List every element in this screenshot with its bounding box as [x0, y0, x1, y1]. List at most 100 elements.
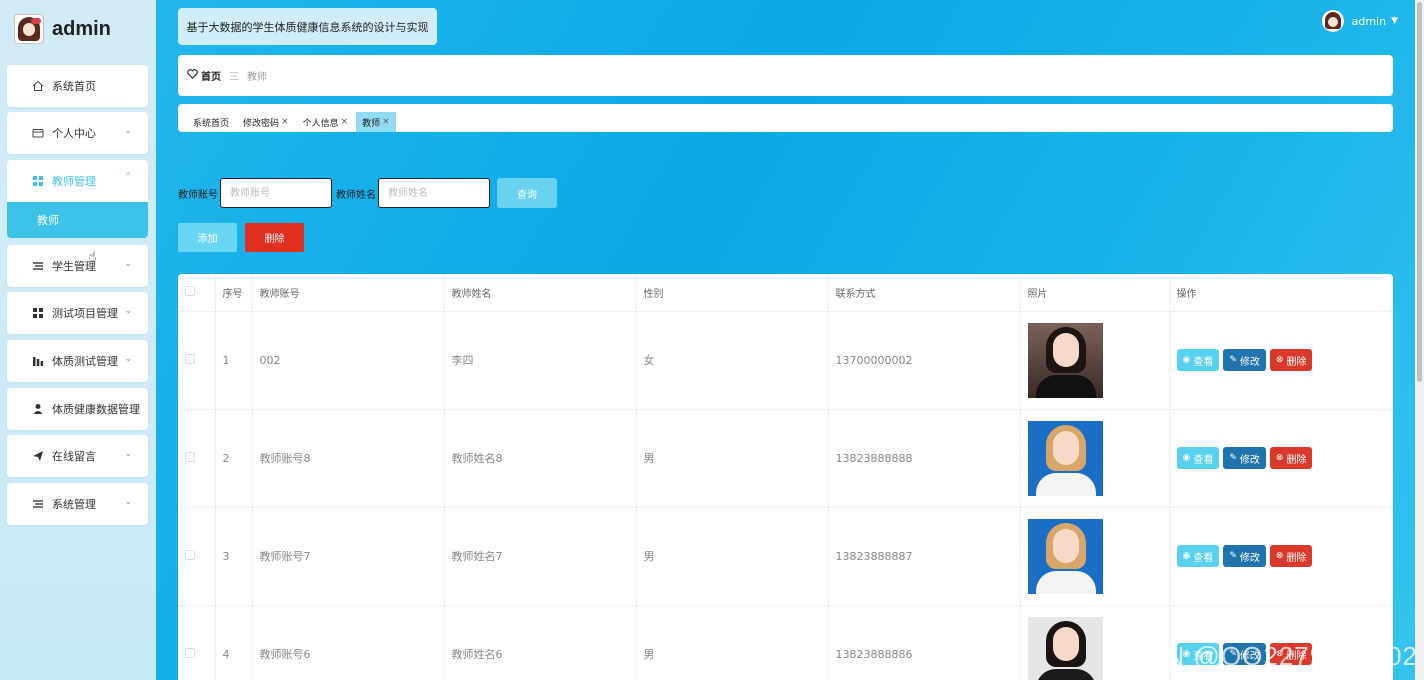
- close-icon[interactable]: ×: [341, 117, 349, 127]
- sidebar-item-personal[interactable]: 个人中心 ⌄: [7, 112, 148, 154]
- sidebar-item-fitness-test-management[interactable]: 体质测试管理 ⌄: [7, 340, 148, 382]
- user-name: admin: [1351, 14, 1387, 28]
- add-button[interactable]: 添加: [178, 223, 237, 252]
- tab-label: 个人信息: [302, 118, 339, 129]
- close-circle-icon: ⊗: [1275, 453, 1284, 463]
- row-checkbox-cell[interactable]: [178, 605, 216, 680]
- edit-button[interactable]: ✎ 修改: [1223, 349, 1266, 371]
- search-form: 教师账号 教师姓名 查询: [178, 178, 557, 208]
- breadcrumb-home[interactable]: 首页: [201, 68, 221, 83]
- cell-gender: 男: [636, 507, 829, 606]
- close-circle-icon: ⊗: [1275, 551, 1284, 561]
- view-label: 查看: [1193, 356, 1214, 368]
- cell-photo: [1020, 507, 1170, 606]
- table-header-row: 序号 教师账号 教师姓名 性别 联系方式 照片 操作: [178, 274, 1393, 312]
- breadcrumb-separator: 三: [229, 72, 239, 83]
- query-button[interactable]: 查询: [497, 178, 557, 208]
- cell-account: 教师账号6: [252, 605, 445, 680]
- sidebar-item-label: 系统管理: [52, 498, 96, 511]
- tab-personal-info[interactable]: 个人信息 ×: [297, 112, 355, 132]
- cell-phone: 13700000002: [828, 311, 1021, 410]
- sidebar-item-label: 测试项目管理: [52, 307, 118, 320]
- chevron-up-icon: ⌃: [124, 172, 132, 182]
- select-all-checkbox[interactable]: [185, 285, 195, 296]
- sidebar-item-student-management[interactable]: 学生管理 ⌄: [7, 245, 148, 287]
- bulk-delete-button[interactable]: 删除: [245, 223, 304, 252]
- delete-button[interactable]: ⊗ 删除: [1269, 545, 1313, 567]
- name-label: 教师姓名: [336, 189, 376, 201]
- cell-phone: 13823888886: [828, 605, 1021, 680]
- name-search-input[interactable]: [378, 178, 490, 208]
- edit-button[interactable]: ✎ 修改: [1223, 545, 1266, 567]
- caret-down-icon: ▼: [1391, 16, 1398, 26]
- view-button[interactable]: ◉ 查看: [1176, 447, 1220, 469]
- table-row: 2 教师账号8 教师姓名8 男 13823888888 ◉ 查看 ✎ 修改 ⊗ …: [178, 409, 1393, 508]
- tab-label: 教师: [362, 118, 381, 129]
- sidebar-item-system-management[interactable]: 系统管理 ⌄: [7, 483, 148, 525]
- account-search-input[interactable]: [220, 178, 332, 208]
- user-menu[interactable]: admin ▼: [1321, 10, 1398, 32]
- edit-button[interactable]: ✎ 修改: [1223, 447, 1266, 469]
- cell-ops: ◉ 查看 ✎ 修改 ⊗ 删除: [1169, 311, 1393, 410]
- row-checkbox[interactable]: [185, 451, 195, 462]
- chevron-down-icon: ⌄: [124, 259, 132, 269]
- table-row: 1 002 李四 女 13700000002 ◉ 查看 ✎ 修改 ⊗ 删除: [178, 311, 1393, 410]
- close-circle-icon: ⊗: [1275, 355, 1284, 365]
- tab-teacher[interactable]: 教师 ×: [356, 112, 396, 132]
- cell-no: 3: [215, 507, 253, 606]
- scrollbar-thumb[interactable]: [1417, 2, 1422, 382]
- column-header: 操作: [1169, 274, 1393, 312]
- grid-icon: [31, 307, 44, 320]
- sidebar-item-health-data-management[interactable]: 体质健康数据管理: [7, 388, 148, 430]
- heart-icon: [187, 69, 198, 82]
- view-button[interactable]: ◉ 查看: [1176, 545, 1220, 567]
- delete-label: 删除: [1286, 356, 1307, 368]
- row-checkbox-cell[interactable]: [178, 507, 216, 606]
- teacher-photo: [1027, 616, 1103, 680]
- pencil-icon: ✎: [1229, 355, 1237, 365]
- send-icon: [31, 450, 44, 463]
- view-button[interactable]: ◉ 查看: [1176, 349, 1220, 371]
- sidebar-item-test-project-management[interactable]: 测试项目管理 ⌄: [7, 292, 148, 334]
- cell-name: 教师姓名7: [444, 507, 637, 606]
- tab-change-password[interactable]: 修改密码 ×: [237, 112, 295, 132]
- sidebar-item-online-message[interactable]: 在线留言 ⌄: [7, 435, 148, 477]
- sidebar-subitem-teacher[interactable]: 教师: [7, 202, 148, 238]
- delete-button[interactable]: ⊗ 删除: [1269, 349, 1313, 371]
- row-checkbox-cell[interactable]: [178, 311, 216, 410]
- sidebar-item-label: 系统首页: [52, 80, 96, 93]
- eye-icon: ◉: [1182, 355, 1191, 365]
- row-checkbox-cell[interactable]: [178, 409, 216, 508]
- list-icon: [31, 260, 44, 273]
- row-checkbox[interactable]: [185, 353, 195, 364]
- watermark: CSDN @QQ2279239102: [1107, 641, 1418, 671]
- main-area: 基于大数据的学生体质健康信息系统的设计与实现 admin ▼ 首页 三 教师 系…: [156, 0, 1424, 680]
- select-all-checkbox-cell[interactable]: [178, 274, 216, 312]
- sidebar-item-label: 体质测试管理: [52, 355, 118, 368]
- brand: admin: [14, 13, 111, 45]
- delete-button[interactable]: ⊗ 删除: [1269, 447, 1313, 469]
- row-checkbox[interactable]: [185, 549, 195, 560]
- column-header: 联系方式: [828, 274, 1021, 312]
- edit-label: 修改: [1239, 552, 1260, 564]
- chevron-down-icon: ⌄: [124, 354, 132, 364]
- tab-system-home[interactable]: 系统首页: [187, 112, 235, 132]
- column-header: 序号: [215, 274, 253, 312]
- cell-gender: 女: [636, 311, 829, 410]
- close-icon[interactable]: ×: [382, 117, 390, 127]
- breadcrumb-current: 教师: [247, 72, 267, 83]
- page-scrollbar[interactable]: [1415, 0, 1424, 680]
- row-checkbox[interactable]: [185, 647, 195, 658]
- delete-label: 删除: [1286, 454, 1307, 466]
- sidebar-item-teacher-management[interactable]: 教师管理 ⌃: [7, 160, 148, 202]
- card-icon: [31, 127, 44, 140]
- account-label: 教师账号: [178, 189, 218, 201]
- mouse-cursor-icon: ☝: [88, 249, 97, 265]
- sidebar-item-home[interactable]: 系统首页: [7, 65, 148, 107]
- eye-icon: ◉: [1182, 551, 1191, 561]
- cell-photo: [1020, 311, 1170, 410]
- close-icon[interactable]: ×: [281, 117, 289, 127]
- cell-ops: ◉ 查看 ✎ 修改 ⊗ 删除: [1169, 409, 1393, 508]
- teacher-table: 序号 教师账号 教师姓名 性别 联系方式 照片 操作 1 002 李四 女 13…: [178, 274, 1393, 680]
- chevron-down-icon: ⌄: [124, 497, 132, 507]
